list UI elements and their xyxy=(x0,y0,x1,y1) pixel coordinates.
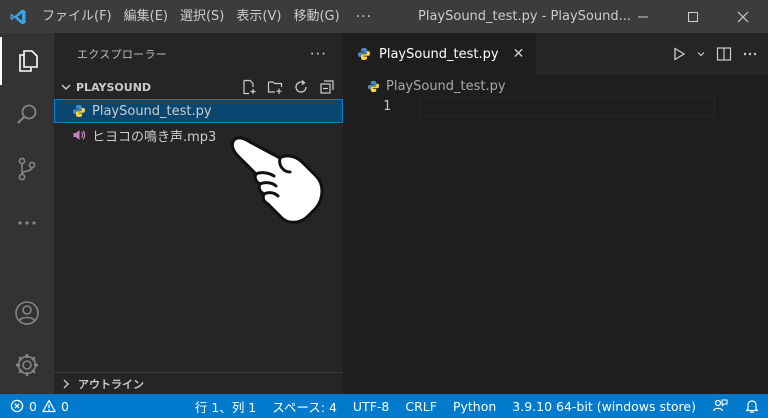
warning-icon xyxy=(42,399,56,413)
split-editor-icon xyxy=(716,47,732,61)
sidebar-header: エクスプローラー ··· xyxy=(54,33,343,75)
refresh-button[interactable] xyxy=(291,77,311,97)
folder-section-header[interactable]: PLAYSOUND xyxy=(54,75,343,99)
manage-button[interactable] xyxy=(0,341,54,389)
tab-close-button[interactable]: ✕ xyxy=(513,46,525,62)
encoding[interactable]: UTF-8 xyxy=(353,399,389,414)
menu-view[interactable]: 表示(V) xyxy=(230,0,287,33)
menu-selection[interactable]: 選択(S) xyxy=(174,0,230,33)
menu-file[interactable]: ファイル(F) xyxy=(36,0,118,33)
gear-icon xyxy=(16,354,38,376)
current-line-highlight xyxy=(419,97,715,116)
play-icon xyxy=(674,47,686,61)
split-editor-button[interactable] xyxy=(716,43,732,65)
ellipsis-icon xyxy=(18,221,36,225)
title-bar: ファイル(F) 編集(E) 選択(S) 表示(V) 移動(G) ··· Play… xyxy=(0,0,768,33)
chevron-right-icon xyxy=(63,379,69,388)
outline-section-header[interactable]: アウトライン xyxy=(54,372,343,394)
python-interpreter[interactable]: 3.9.10 64-bit (windows store) xyxy=(512,399,696,414)
tab-label: PlaySound_test.py xyxy=(379,46,499,62)
run-options-button[interactable] xyxy=(696,43,706,65)
minimap[interactable] xyxy=(754,97,768,394)
window-title: PlaySound_test.py - PlaySound... xyxy=(418,9,631,24)
folder-actions xyxy=(239,75,337,99)
line-number: 1 xyxy=(383,99,391,114)
window-controls xyxy=(618,0,768,33)
vscode-logo-icon xyxy=(0,0,36,33)
breadcrumb: PlaySound_test.py xyxy=(343,75,768,97)
minimize-button[interactable] xyxy=(618,0,668,33)
breadcrumb-file[interactable]: PlaySound_test.py xyxy=(386,79,506,94)
warning-count: 0 xyxy=(60,398,69,414)
editor-actions xyxy=(672,33,758,75)
ellipsis-icon xyxy=(743,52,757,56)
files-icon xyxy=(19,50,38,72)
account-icon xyxy=(15,301,39,325)
maximize-button[interactable] xyxy=(668,0,718,33)
close-icon xyxy=(737,11,749,22)
menu-go[interactable]: 移動(G) xyxy=(287,0,345,33)
accounts-button[interactable] xyxy=(0,289,54,337)
problems-indicator[interactable]: 0 0 xyxy=(0,394,69,418)
end-of-line[interactable]: CRLF xyxy=(405,399,437,414)
more-views-button[interactable] xyxy=(0,199,54,247)
maximize-icon xyxy=(688,11,698,22)
language-mode[interactable]: Python xyxy=(453,399,496,414)
audio-icon xyxy=(73,130,86,140)
file-name: ヒヨコの鳴き声.mp3 xyxy=(92,129,217,145)
run-button[interactable] xyxy=(672,43,686,65)
error-icon xyxy=(10,399,24,413)
new-folder-icon xyxy=(267,81,283,94)
notifications-bell-icon[interactable] xyxy=(744,398,760,414)
tab-bar: PlaySound_test.py ✕ xyxy=(343,33,768,75)
sidebar-more-button[interactable]: ··· xyxy=(310,45,327,63)
status-right: 行 1、列 1 スペース: 4 UTF-8 CRLF Python 3.9.10… xyxy=(195,394,760,418)
new-folder-button[interactable] xyxy=(265,77,285,97)
menu-bar: ファイル(F) 編集(E) 選択(S) 表示(V) 移動(G) ··· xyxy=(36,0,382,33)
minimize-icon xyxy=(638,16,648,17)
folder-name: PLAYSOUND xyxy=(76,80,152,94)
collapse-all-icon xyxy=(320,80,334,94)
tab-playsound-test[interactable]: PlaySound_test.py ✕ xyxy=(343,33,537,75)
refresh-icon xyxy=(295,80,307,93)
status-bar: 0 0 行 1、列 1 スペース: 4 UTF-8 CRLF Python 3.… xyxy=(0,394,768,418)
python-icon xyxy=(367,80,380,92)
editor-more-button[interactable] xyxy=(742,43,758,65)
sidebar-title: エクスプローラー xyxy=(77,48,168,61)
file-item-python[interactable]: PlaySound_test.py xyxy=(54,99,343,123)
collapse-all-button[interactable] xyxy=(317,77,337,97)
cursor-position[interactable]: 行 1、列 1 xyxy=(195,397,256,416)
editor-area: PlaySound_test.py ✕ PlaySound_test.py 1 xyxy=(343,33,768,394)
search-button[interactable] xyxy=(0,91,54,139)
error-count: 0 xyxy=(29,398,37,414)
source-control-button[interactable] xyxy=(0,145,54,193)
indentation[interactable]: スペース: 4 xyxy=(272,397,337,416)
new-file-button[interactable] xyxy=(239,77,259,97)
code-line[interactable]: 1 xyxy=(343,97,768,116)
menu-more-button[interactable]: ··· xyxy=(346,9,382,25)
outline-title: アウトライン xyxy=(78,377,144,391)
chevron-down-icon xyxy=(697,52,705,57)
source-control-icon xyxy=(18,157,36,181)
python-icon xyxy=(358,48,370,60)
menu-edit[interactable]: 編集(E) xyxy=(118,0,174,33)
search-icon xyxy=(17,104,37,124)
pointing-hand-icon xyxy=(230,136,324,224)
file-name: PlaySound_test.py xyxy=(92,103,212,119)
chevron-down-icon xyxy=(61,84,71,90)
new-file-icon xyxy=(243,79,256,95)
python-icon xyxy=(73,105,85,117)
activity-bar xyxy=(0,33,54,394)
close-window-button[interactable] xyxy=(718,0,768,33)
explorer-button[interactable] xyxy=(0,37,54,85)
feedback-icon[interactable] xyxy=(712,398,728,414)
